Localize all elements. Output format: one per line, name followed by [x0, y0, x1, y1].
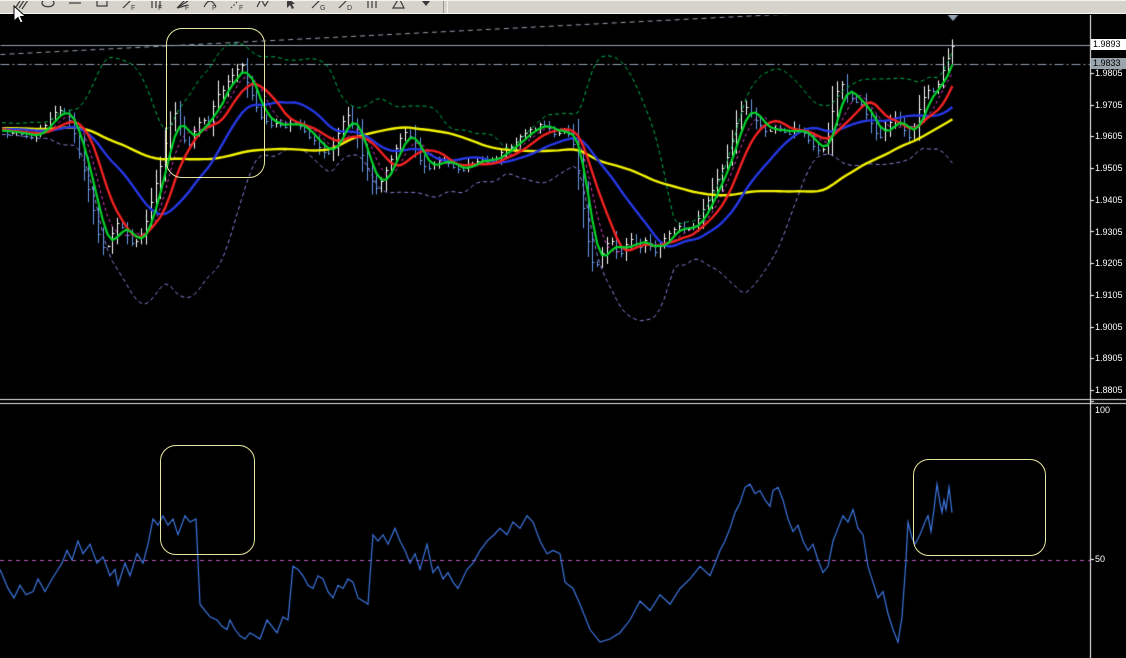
- fibo-retracement-icon[interactable]: F: [116, 1, 143, 13]
- fibo-arc-icon[interactable]: F: [197, 1, 224, 13]
- current-price-tag: 1.9893: [1091, 39, 1126, 51]
- oscillator-100-label: 100: [1095, 405, 1111, 415]
- price-axis-label: 1.9605: [1095, 131, 1123, 142]
- price-axis-label: 1.9105: [1095, 289, 1123, 300]
- cycle-lines-icon[interactable]: [359, 1, 386, 13]
- price-axis-label: 1.9305: [1095, 226, 1123, 237]
- svg-text:F: F: [185, 5, 189, 11]
- oscillator-50-label: 50: [1095, 554, 1106, 564]
- price-axis-label: 1.9705: [1095, 99, 1123, 110]
- svg-text:F: F: [131, 5, 135, 11]
- arrow-tool-icon[interactable]: [278, 1, 305, 13]
- price-axis-label: 1.9205: [1095, 258, 1123, 269]
- gann-fan-icon[interactable]: D: [332, 1, 359, 13]
- svg-text:F: F: [239, 5, 243, 11]
- price-axis-label: 1.8905: [1095, 353, 1123, 364]
- gann-line-icon[interactable]: G: [305, 1, 332, 13]
- highlight-box[interactable]: [166, 28, 265, 178]
- highlight-box[interactable]: [160, 445, 255, 555]
- fibo-fan-icon[interactable]: F: [170, 1, 197, 13]
- svg-text:D: D: [347, 5, 352, 11]
- price-axis-label: 1.9005: [1095, 321, 1123, 332]
- mouse-cursor-icon: [13, 5, 27, 24]
- toolbar-icons: FFFFFGD: [8, 1, 440, 13]
- triangle-tool-icon[interactable]: [386, 1, 413, 13]
- fibo-timezones-icon[interactable]: F: [143, 1, 170, 13]
- trading-platform-window: F F F F F G D 1.9805 1.9705 1.9605 1.9505 1.9405 1.…: [0, 0, 1126, 658]
- svg-text:F: F: [158, 5, 162, 11]
- arrows-dropdown-icon[interactable]: [413, 1, 440, 13]
- rectangle-tool-icon[interactable]: [89, 1, 116, 13]
- line-studies-toolbar: FFFFFGD: [0, 0, 1126, 13]
- highlight-box[interactable]: [913, 459, 1046, 556]
- price-axis-label: 1.8805: [1095, 385, 1123, 395]
- ellipse-tool-icon[interactable]: [35, 1, 62, 13]
- fibo-expansion-icon[interactable]: F: [224, 1, 251, 13]
- zigzag-tool-icon[interactable]: [251, 1, 278, 13]
- price-axis-label: 1.9505: [1095, 163, 1123, 174]
- svg-text:F: F: [212, 5, 216, 11]
- price-axis-label: 1.9405: [1095, 194, 1123, 205]
- price-axis-label: 1.9805: [1095, 68, 1123, 78]
- toolbar-separator: [443, 1, 448, 13]
- secondary-price-tag: 1.9833: [1091, 58, 1126, 70]
- horizontal-line-tool-icon[interactable]: [62, 1, 89, 13]
- svg-text:G: G: [320, 5, 325, 11]
